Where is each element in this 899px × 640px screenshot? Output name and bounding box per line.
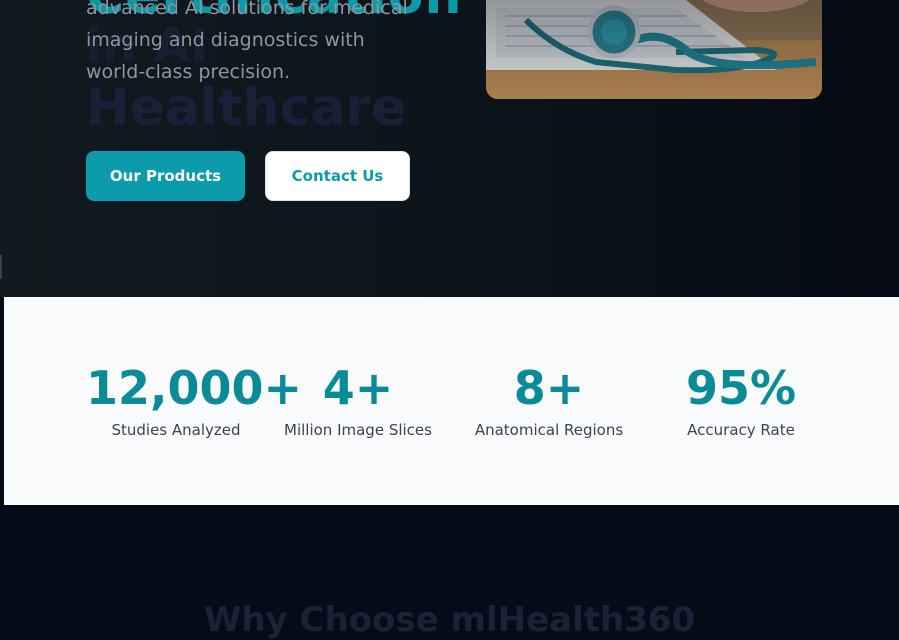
stethoscope-illustration <box>486 0 822 99</box>
stat-label: Accuracy Rate <box>687 421 795 439</box>
stats-section: 12,000+ Studies Analyzed 4+ Million Imag… <box>4 297 899 505</box>
contact-us-button[interactable]: Contact Us <box>265 151 410 201</box>
stat-studies: 12,000+ Studies Analyzed <box>86 359 303 439</box>
stat-regions: 8+ Anatomical Regions <box>469 359 629 439</box>
stat-value: 95% <box>685 361 797 415</box>
our-products-button[interactable]: Our Products <box>86 151 245 201</box>
stat-label: Studies Analyzed <box>111 421 241 439</box>
why-choose-heading: Why Choose mlHealth360 <box>203 600 696 640</box>
stat-image-slices: 4+ Million Image Slices <box>278 359 438 439</box>
stat-value: 12,000+ <box>86 361 303 415</box>
hero-description: advanced AI solutions for medical imagin… <box>86 0 408 83</box>
stat-value: 8+ <box>513 361 585 415</box>
stethoscope-photo <box>486 0 822 99</box>
stat-label: Anatomical Regions <box>474 421 624 439</box>
hero-section: in AI Healthcare Certification advanced … <box>0 0 899 297</box>
stat-label: Million Image Slices <box>284 421 432 439</box>
stat-accuracy: 95% Accuracy Rate <box>661 359 821 439</box>
stat-value: 4+ <box>322 361 394 415</box>
scrollbar-edge <box>0 255 2 279</box>
